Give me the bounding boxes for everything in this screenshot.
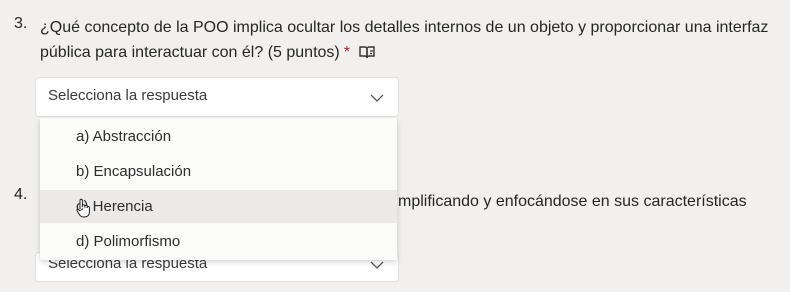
answer-options-list: a) Abstracción b) Encapsulación c) Heren…	[40, 118, 397, 260]
select-placeholder: Selecciona la respuesta	[48, 87, 208, 104]
question-3-number: 3.	[14, 15, 28, 32]
immersive-reader-icon[interactable]	[358, 43, 376, 68]
question-3-title: ¿Qué concepto de la POO implica ocultar …	[40, 15, 788, 68]
hand-pointer-icon	[76, 198, 90, 222]
question-3-answer-select[interactable]: Selecciona la respuesta	[36, 78, 398, 116]
option-label: d) Polimorfismo	[76, 233, 181, 250]
option-d[interactable]: d) Polimorfismo	[40, 225, 397, 258]
option-c[interactable]: c) Herencia	[40, 190, 397, 223]
question-4-number: 4.	[14, 186, 28, 203]
required-asterisk: *	[343, 44, 350, 61]
option-a[interactable]: a) Abstracción	[40, 120, 397, 153]
question-3-text: ¿Qué concepto de la POO implica ocultar …	[40, 19, 769, 61]
chevron-down-icon	[370, 90, 384, 108]
question-4-text: mplificando y enfocándose en sus caracte…	[398, 193, 747, 210]
option-label: b) Encapsulación	[76, 163, 192, 180]
option-label: a) Abstracción	[76, 128, 172, 145]
option-b[interactable]: b) Encapsulación	[40, 155, 397, 188]
